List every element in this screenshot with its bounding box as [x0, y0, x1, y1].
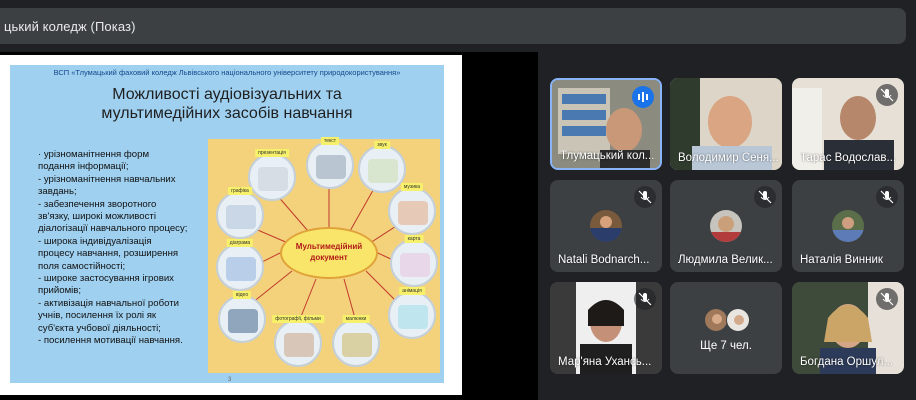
participant-name: Богдана Оршул...	[800, 356, 894, 368]
diagram-node-chart: діаграма	[216, 239, 264, 291]
diagram-node-graphics: графіка	[216, 187, 264, 239]
slide-title-line-2: мультимедійних засобів навчання	[101, 105, 353, 122]
node-label: графіка	[228, 187, 252, 195]
animation-picture	[398, 305, 428, 329]
bullet-line: учнів, посилення їх ролі як	[38, 310, 157, 322]
presentation-stage[interactable]: ВСП «Тлумацький фаховий коледж Львівсько…	[0, 52, 538, 400]
bullet-line: - урізноманітнення навчальних	[38, 173, 176, 185]
avatar	[590, 210, 622, 242]
participant-tile[interactable]: Natali Bodnarch...	[550, 180, 662, 272]
node-label: карта	[404, 235, 424, 243]
participant-name: Тарас Водослав...	[800, 152, 897, 164]
slide-header: ВСП «Тлумацький фаховий коледж Львівсько…	[10, 65, 444, 127]
mic-off-icon	[634, 186, 656, 208]
slide-organization: ВСП «Тлумацький фаховий коледж Львівсько…	[53, 68, 401, 77]
slide-title-line-1: Можливості аудіовізуальних та	[112, 86, 342, 103]
multimedia-diagram: презентація текст звук музика графіка ка…	[208, 137, 440, 373]
diagram-node-sound: звук	[358, 141, 406, 193]
bullet-line: діалогізації навчального процесу;	[38, 223, 188, 235]
bullet-line: завдань;	[38, 186, 77, 198]
node-label: малюнки	[342, 315, 370, 323]
photos-picture	[284, 333, 314, 357]
bullet-line: процесу навчання, розширення	[38, 248, 179, 260]
participant-name: Людмила Велик...	[678, 254, 773, 266]
node-label: текст	[320, 137, 340, 145]
top-bar: цький коледж (Показ)	[0, 0, 916, 52]
bullet-line: - активізація навчальної роботи	[38, 297, 179, 309]
participant-name: Тлумацький кол...	[560, 150, 655, 162]
node-label: презентація	[255, 149, 289, 157]
slide-page-number: 3	[228, 377, 232, 383]
bullet-line: поля самостійності;	[38, 260, 126, 272]
participant-tile[interactable]: Мар'яна Ухансь...	[550, 282, 662, 374]
participant-name: Natali Bodnarch...	[558, 254, 650, 266]
audio-level-icon	[632, 86, 654, 108]
center-label-line-2: документ	[310, 253, 348, 262]
meeting-title: цький коледж (Показ)	[4, 19, 136, 34]
participant-tile[interactable]: Тлумацький кол...	[550, 78, 662, 170]
mic-off-icon	[876, 84, 898, 106]
slide-bullet-list: · урізноманітнення форм подання інформац…	[38, 149, 208, 348]
sound-picture	[368, 159, 398, 183]
diagram-node-video: відео	[218, 291, 266, 343]
bullet-line: - широка індивідуалізація	[38, 235, 152, 247]
mic-off-icon	[876, 288, 898, 310]
center-label-line-1: Мультимедійний	[295, 242, 363, 251]
avatar	[726, 308, 750, 332]
bullet-line: подання інформації;	[38, 161, 129, 173]
mic-off-icon	[634, 288, 656, 310]
diagram-node-photos: фотографії, фільми	[272, 315, 324, 367]
bullet-line: суб'єкта учбової діяльності;	[38, 322, 161, 334]
node-label: музика	[400, 183, 424, 191]
bullet-line: зв'язку, широкі можливості	[38, 211, 156, 223]
presented-slide: ВСП «Тлумацький фаховий коледж Львівсько…	[0, 55, 462, 395]
diagram-node-animation: анімація	[388, 287, 436, 339]
participant-tile[interactable]: Наталія Винник	[792, 180, 904, 272]
bullet-line: - широке застосування ігрових	[38, 273, 174, 285]
map-picture	[400, 253, 430, 277]
video-picture	[228, 309, 258, 333]
diagram-node-map: карта	[390, 235, 438, 287]
node-label: відео	[232, 291, 252, 299]
node-label: діаграма	[226, 239, 254, 247]
participant-tile[interactable]: Людмила Велик...	[670, 180, 782, 272]
participant-name: Володимир Сеня...	[678, 152, 779, 164]
participant-tile[interactable]: Тарас Водослав...	[792, 78, 904, 170]
bullet-line: - посилення мотивації навчання.	[38, 335, 183, 347]
bullet-line: прийомів;	[38, 285, 82, 297]
node-label: фотографії, фільми	[272, 315, 324, 323]
music-picture	[398, 201, 428, 225]
participant-tile[interactable]: Богдана Оршул...	[792, 282, 904, 374]
slide-title: Можливості аудіовізуальних та мультимеді…	[10, 85, 444, 123]
node-label: анімація	[399, 287, 425, 295]
participant-tile[interactable]: Володимир Сеня...	[670, 78, 782, 170]
mic-off-icon	[754, 186, 776, 208]
graphics-picture	[226, 205, 256, 229]
diagram-center: Мультимедійний документ	[280, 227, 378, 279]
diagram-node-text: текст	[306, 137, 354, 189]
node-label: звук	[374, 141, 390, 149]
diagram-node-drawings: малюнки	[332, 315, 380, 367]
slide-body: · урізноманітнення форм подання інформац…	[10, 127, 444, 383]
more-participants-label: Ще 7 чел.	[700, 340, 752, 352]
avatar	[710, 210, 742, 242]
diagram-node-music: музика	[388, 183, 436, 235]
mic-off-icon	[876, 186, 898, 208]
drawings-picture	[342, 333, 372, 357]
avatar	[832, 210, 864, 242]
meeting-title-bar: цький коледж (Показ)	[0, 8, 906, 44]
participant-name: Наталія Винник	[800, 254, 883, 266]
more-participants-tile[interactable]: Ще 7 чел.	[670, 282, 782, 374]
bullet-line: - забезпечення зворотного	[38, 198, 157, 210]
chart-picture	[226, 257, 256, 281]
avatar	[704, 308, 728, 332]
participant-name: Мар'яна Ухансь...	[558, 356, 652, 368]
bullet-line: · урізноманітнення форм	[38, 149, 150, 160]
presentation-picture	[258, 167, 288, 191]
text-picture	[316, 155, 346, 179]
diagram-node-presentation: презентація	[248, 149, 296, 201]
